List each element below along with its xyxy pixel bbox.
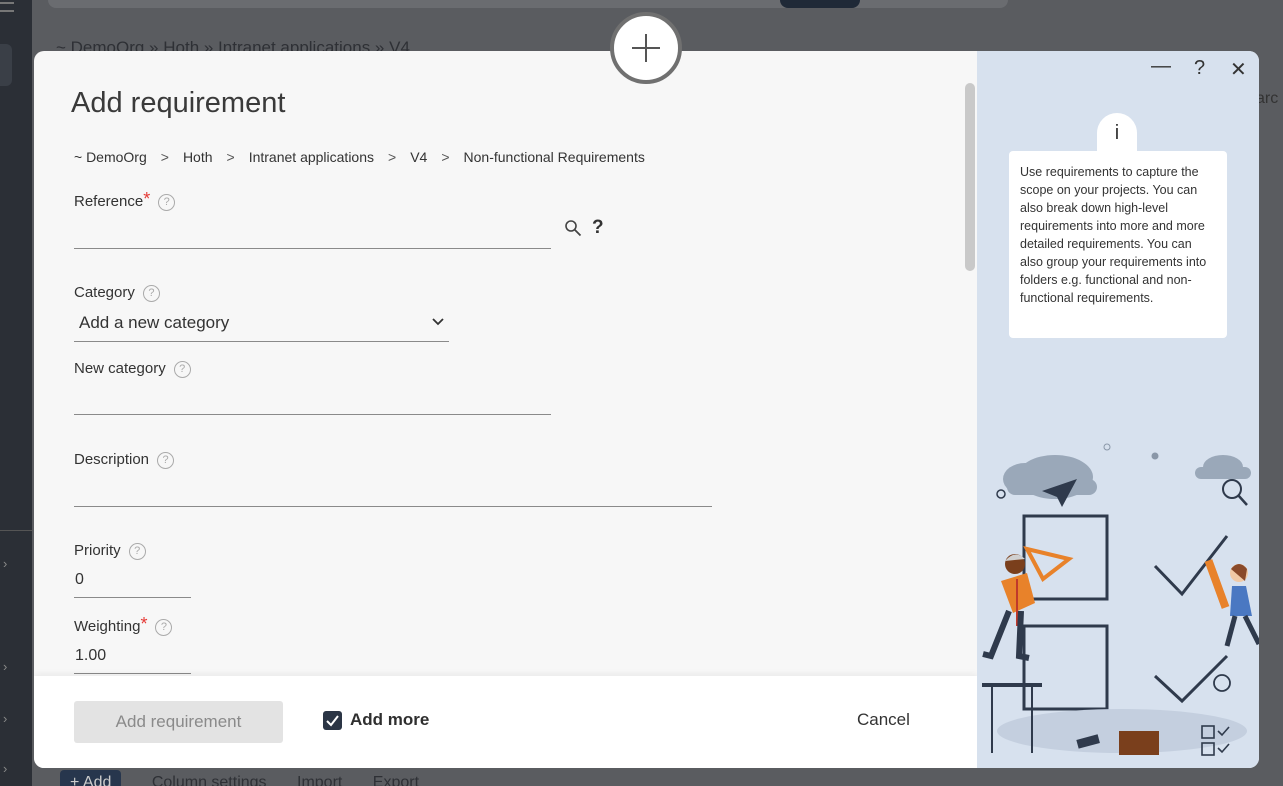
weighting-label: Weighting*? bbox=[74, 614, 173, 639]
new-category-label: New category? bbox=[74, 360, 191, 378]
app-tab-active bbox=[780, 0, 860, 8]
description-label: Description? bbox=[74, 451, 175, 469]
person-figure bbox=[982, 546, 1074, 661]
description-input[interactable] bbox=[74, 478, 712, 507]
info-text: Use requirements to capture the scope on… bbox=[1009, 151, 1227, 338]
breadcrumb-item[interactable]: Intranet applications bbox=[249, 149, 374, 165]
new-category-input[interactable] bbox=[74, 387, 551, 415]
add-plus-icon bbox=[610, 12, 682, 84]
person-figure bbox=[1204, 559, 1259, 647]
breadcrumb-separator: > bbox=[160, 149, 169, 165]
add-requirement-button[interactable]: Add requirement bbox=[74, 701, 283, 743]
reference-input[interactable] bbox=[74, 221, 551, 249]
help-side-panel: — ? ✕ i Use requirements to capture the … bbox=[977, 51, 1259, 768]
form-scrollbar[interactable] bbox=[965, 83, 975, 271]
breadcrumb-separator: > bbox=[441, 149, 450, 165]
add-requirement-modal: Add requirement ~ DemoOrg > Hoth > Intranet … bbox=[34, 51, 1259, 768]
help-icon[interactable]: ? bbox=[142, 284, 160, 302]
help-icon[interactable]: ? bbox=[173, 360, 191, 378]
checkmark-icon bbox=[326, 715, 339, 727]
chevron-right-icon: › bbox=[3, 659, 8, 674]
chevron-right-icon: › bbox=[3, 761, 8, 776]
page-title: Add requirement bbox=[71, 87, 286, 119]
app-bottom-toolbar: + Add Column settings Import Export bbox=[60, 770, 445, 786]
requirements-illustration bbox=[982, 443, 1259, 756]
app-tabs bbox=[48, 0, 1008, 8]
add-more-checkbox[interactable] bbox=[323, 711, 342, 730]
modal-footer: Add requirement Add more Cancel bbox=[34, 676, 977, 768]
priority-value: 0 bbox=[75, 571, 84, 588]
cancel-button[interactable]: Cancel bbox=[857, 710, 910, 730]
category-label: Category? bbox=[74, 284, 160, 302]
menu-icon bbox=[0, 2, 14, 12]
chevron-down-icon bbox=[432, 318, 444, 326]
chevron-right-icon: › bbox=[3, 556, 8, 571]
minimize-icon[interactable]: — bbox=[1151, 55, 1171, 78]
app-search-partial: arc bbox=[1256, 90, 1279, 107]
search-icon[interactable] bbox=[564, 219, 582, 237]
add-more-label[interactable]: Add more bbox=[350, 710, 429, 730]
checklist-box bbox=[1022, 624, 1109, 711]
app-add-button: + Add bbox=[60, 770, 122, 786]
priority-label: Priority? bbox=[74, 542, 146, 560]
breadcrumb-item[interactable]: Hoth bbox=[183, 149, 213, 165]
breadcrumb-item[interactable]: V4 bbox=[410, 149, 427, 165]
required-mark: * bbox=[140, 614, 148, 634]
sidebar-divider bbox=[0, 530, 32, 531]
form-area: Add requirement ~ DemoOrg > Hoth > Intranet … bbox=[34, 51, 977, 676]
reference-label: Reference*? bbox=[74, 189, 176, 214]
app-sidebar: › › › › bbox=[0, 0, 32, 786]
breadcrumb-separator: > bbox=[388, 149, 397, 165]
category-select[interactable]: Add a new category bbox=[74, 309, 449, 342]
sidebar-tile bbox=[0, 44, 12, 86]
category-select-value: Add a new category bbox=[79, 313, 230, 332]
cloud-icon bbox=[1195, 455, 1251, 479]
required-mark: * bbox=[143, 189, 151, 209]
breadcrumb-item[interactable]: ~ DemoOrg bbox=[74, 149, 147, 165]
toolbox-icon bbox=[1119, 731, 1159, 755]
magnifier-icon bbox=[996, 489, 1006, 499]
lookup-help-icon[interactable]: ? bbox=[592, 217, 604, 239]
weighting-value: 1.00 bbox=[75, 647, 107, 664]
app-import: Import bbox=[297, 774, 343, 786]
help-icon[interactable]: ? bbox=[128, 542, 146, 560]
help-icon[interactable]: ? bbox=[155, 618, 173, 636]
app-column-settings: Column settings bbox=[151, 774, 267, 786]
app-export: Export bbox=[372, 774, 420, 786]
breadcrumb: ~ DemoOrg > Hoth > Intranet applications > V4 >… bbox=[74, 149, 645, 165]
info-icon: i bbox=[1097, 113, 1137, 153]
breadcrumb-item-current: Non-functional Requirements bbox=[463, 149, 645, 165]
breadcrumb-separator: > bbox=[226, 149, 235, 165]
help-icon[interactable]: ? bbox=[1194, 57, 1205, 80]
help-icon[interactable]: ? bbox=[158, 193, 176, 211]
chevron-right-icon: › bbox=[3, 711, 8, 726]
close-icon[interactable]: ✕ bbox=[1230, 57, 1247, 82]
priority-input[interactable] bbox=[74, 569, 191, 598]
help-icon[interactable]: ? bbox=[157, 451, 175, 469]
